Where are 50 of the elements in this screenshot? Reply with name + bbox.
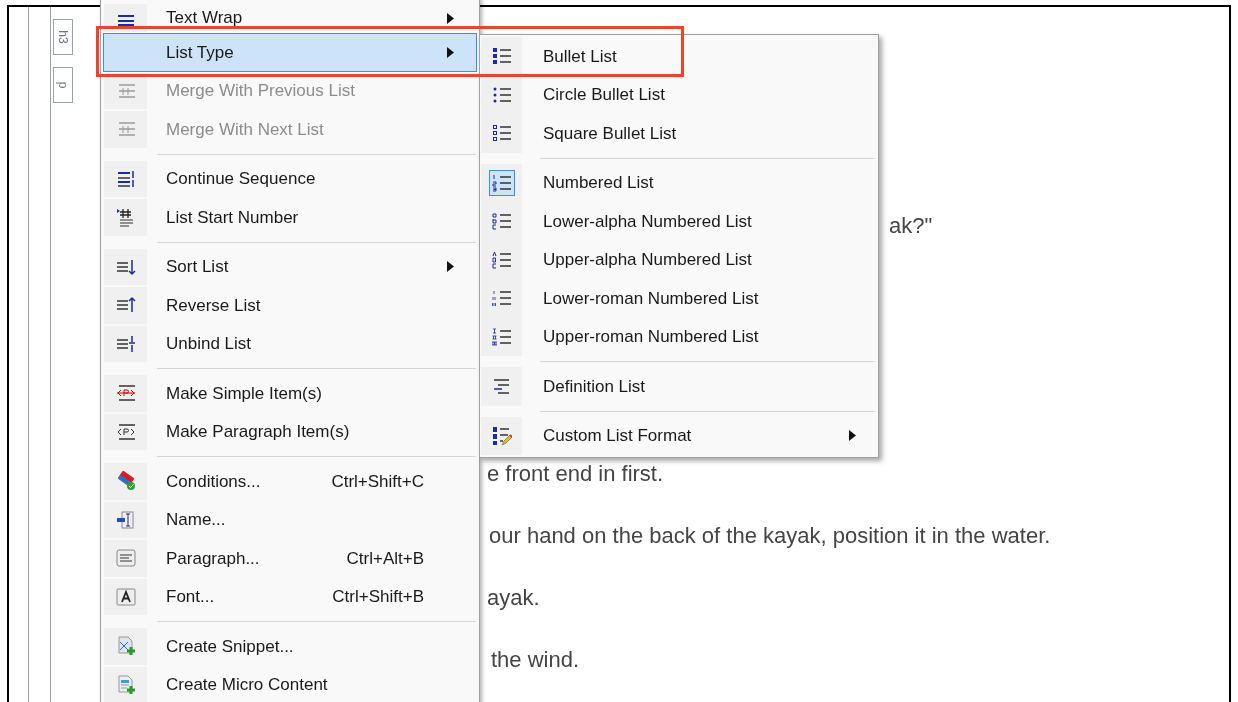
- paragraph-icon: [115, 548, 136, 569]
- menu-item[interactable]: Create Micro Content: [103, 665, 477, 702]
- submenu-item[interactable]: Numbered List: [481, 163, 877, 202]
- submenu-item[interactable]: Custom List Format: [481, 416, 877, 455]
- body-text: ak?": [889, 213, 934, 239]
- menu-item[interactable]: Continue Sequence: [103, 159, 477, 198]
- hash-list-icon: [115, 207, 136, 228]
- element-tag[interactable]: h3: [53, 19, 73, 55]
- submenu-item[interactable]: Definition List: [481, 367, 877, 406]
- menu-item[interactable]: Text Wrap: [103, 0, 477, 33]
- submenu-item[interactable]: Square Bullet List: [481, 114, 877, 153]
- tag-list-icon: [115, 421, 136, 442]
- tag-list-icon: [115, 383, 136, 404]
- submenu-item[interactable]: Circle Bullet List: [481, 75, 877, 114]
- body-text: the wind.: [491, 647, 581, 673]
- menu-item[interactable]: Create Snippet...: [103, 627, 477, 666]
- menu-item[interactable]: List Start Number: [103, 198, 477, 237]
- submenu-item[interactable]: Bullet List: [481, 37, 877, 76]
- menu-item[interactable]: Make Paragraph Item(s): [103, 412, 477, 451]
- document-add-icon: [115, 636, 136, 657]
- submenu-item[interactable]: Lower-roman Numbered List: [481, 279, 877, 318]
- element-tag[interactable]: p: [53, 67, 73, 103]
- shortcut-text: Ctrl+Alt+B: [346, 547, 424, 570]
- document-add-icon: [115, 674, 136, 695]
- menu-item[interactable]: Paragraph... Ctrl+Alt+B: [103, 539, 477, 578]
- menu-item[interactable]: Name...: [103, 500, 477, 539]
- tags-icon: [115, 471, 136, 492]
- body-text: our hand on the back of the kayak, position it in the water.: [489, 523, 1051, 549]
- submenu-arrow-icon: [848, 430, 856, 442]
- menu-item[interactable]: Make Simple Item(s): [103, 374, 477, 413]
- shortcut-text: Ctrl+Shift+C: [331, 470, 424, 493]
- menu-item[interactable]: Reverse List: [103, 286, 477, 325]
- menu-item[interactable]: List Type: [103, 33, 477, 72]
- list-arrows-icon: [115, 168, 136, 189]
- font-icon: [115, 586, 136, 607]
- submenu-item[interactable]: Upper-alpha Numbered List: [481, 240, 877, 279]
- menu-item[interactable]: Font... Ctrl+Shift+B: [103, 577, 477, 616]
- body-text: e front end in first.: [487, 461, 665, 487]
- submenu-arrow-icon: [446, 12, 454, 24]
- submenu-item[interactable]: Lower-alpha Numbered List: [481, 202, 877, 241]
- menu-item[interactable]: Sort List: [103, 247, 477, 286]
- unbind-list-icon: [115, 333, 136, 354]
- submenu-arrow-icon: [446, 261, 454, 273]
- submenu-item[interactable]: Upper-roman Numbered List: [481, 317, 877, 356]
- body-text: ayak.: [487, 585, 541, 611]
- menu-item[interactable]: Unbind List: [103, 324, 477, 363]
- submenu-arrow-icon: [446, 46, 454, 58]
- menu-item[interactable]: Conditions... Ctrl+Shift+C: [103, 462, 477, 501]
- shortcut-text: Ctrl+Shift+B: [332, 586, 424, 608]
- text-cursor-icon: [115, 509, 136, 530]
